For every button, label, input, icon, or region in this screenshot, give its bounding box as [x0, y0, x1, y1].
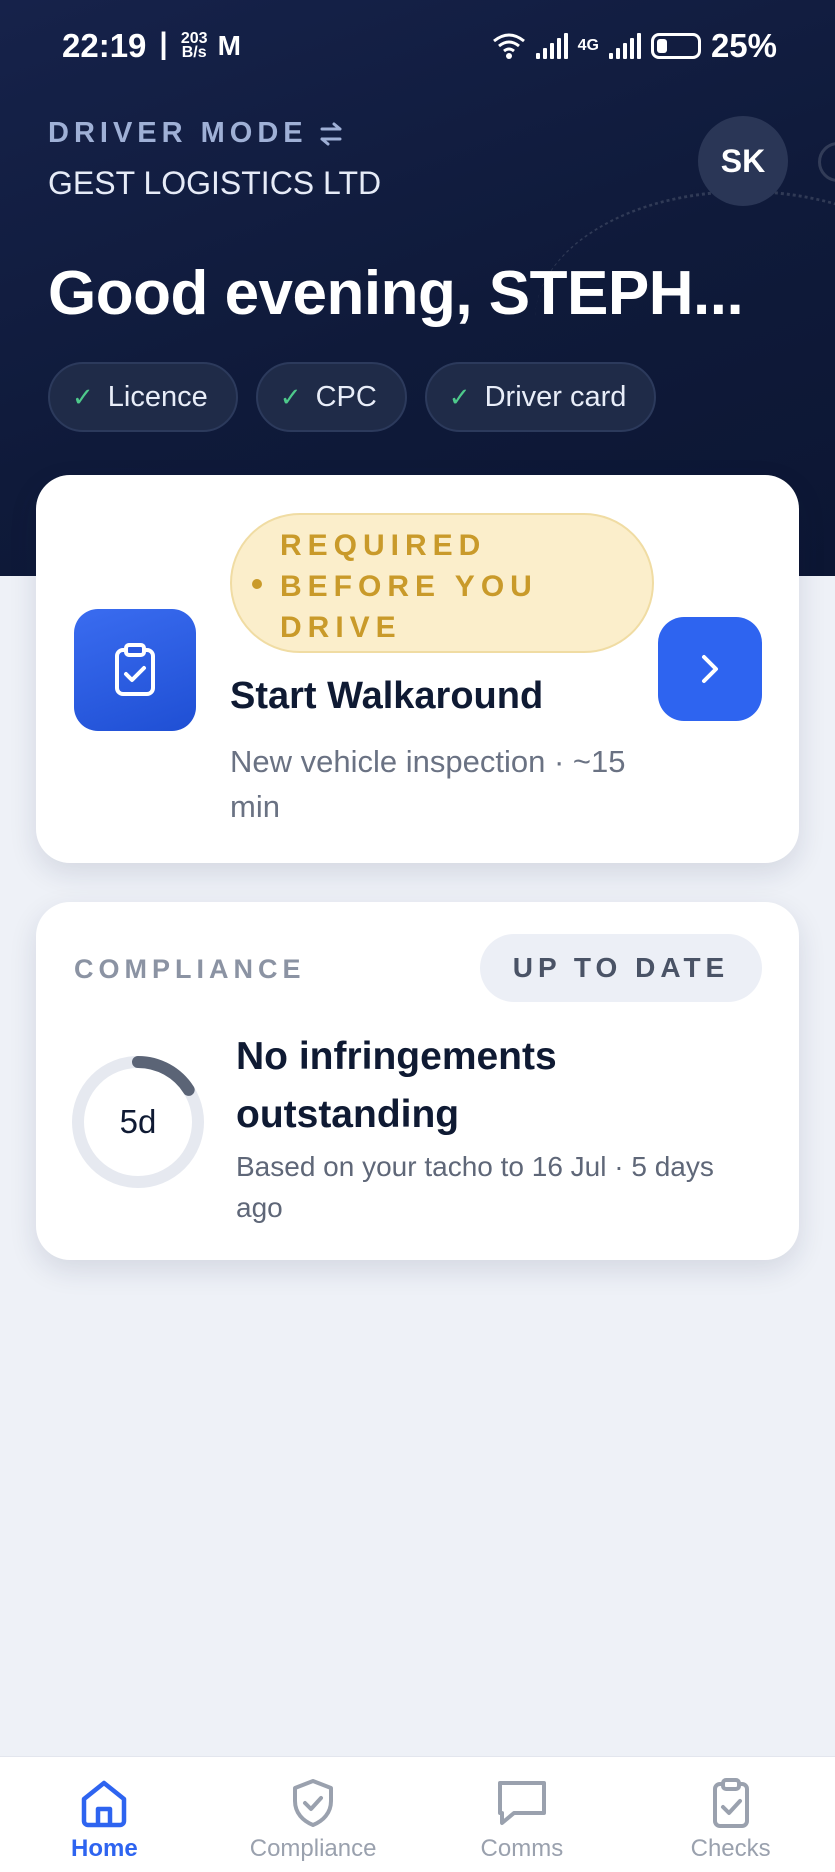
check-icon: ✓ — [72, 381, 94, 412]
badge-line-2: BEFORE YOU — [280, 570, 538, 603]
bottom-nav: Home Compliance Comms Checks — [0, 1756, 835, 1872]
check-icon: ✓ — [279, 381, 302, 412]
compliance-subtitle: Based on your tacho to 16 Jul · 5 days a… — [236, 1151, 714, 1223]
nav-comms[interactable]: Comms — [418, 1757, 627, 1872]
nav-label: Comms — [480, 1835, 564, 1862]
nav-compliance[interactable]: Compliance — [209, 1757, 418, 1872]
chip-driver-card[interactable]: ✓ Driver card — [424, 362, 657, 432]
vibrate-icon: ┃ — [156, 32, 171, 60]
avatar[interactable]: SK — [698, 116, 788, 206]
badge-line-1: REQUIRED — [280, 529, 487, 562]
chip-label: Licence — [107, 380, 208, 413]
wifi-icon — [492, 33, 525, 59]
avatar-peek-decoration — [818, 142, 835, 182]
chip-cpc[interactable]: ✓ CPC — [255, 362, 407, 432]
shield-check-icon — [293, 1779, 334, 1827]
days-value: 5d — [119, 1103, 157, 1140]
nav-home[interactable]: Home — [0, 1757, 209, 1872]
sim-network-type: 4G — [577, 37, 599, 54]
check-icon: ✓ — [448, 381, 471, 412]
walkaround-card[interactable]: REQUIRED BEFORE YOU DRIVE Start Walkarou… — [36, 475, 799, 863]
nav-checks[interactable]: Checks — [626, 1757, 835, 1872]
network-speed: 203 B/s — [181, 31, 208, 61]
start-walkaround-button[interactable] — [658, 617, 762, 721]
signal-bars-icon — [535, 33, 568, 59]
chevron-right-icon — [702, 655, 718, 683]
compliance-label: COMPLIANCE — [74, 954, 306, 984]
badge-dot — [252, 579, 262, 589]
gmail-icon: M — [217, 30, 241, 61]
nav-label: Compliance — [249, 1835, 377, 1862]
status-bar: 22:19 ┃ 203 B/s M 4G 25% — [0, 0, 835, 92]
compliance-title: No infringements outstanding — [236, 1035, 557, 1136]
battery-icon — [650, 33, 701, 59]
swap-icon — [320, 122, 342, 145]
required-before-drive-badge: REQUIRED BEFORE YOU DRIVE — [230, 513, 654, 653]
status-badge: UP TO DATE — [480, 934, 762, 1002]
home-icon — [82, 1780, 127, 1828]
credential-chips: ✓ Licence ✓ CPC ✓ Driver card — [48, 362, 657, 432]
status-time: 22:19 — [62, 27, 147, 64]
chat-icon — [497, 1781, 546, 1825]
badge-line-3: DRIVE — [280, 611, 402, 644]
chip-licence[interactable]: ✓ Licence — [48, 362, 238, 432]
battery-percent: 25% — [710, 27, 777, 64]
nav-label: Checks — [690, 1835, 771, 1862]
company-name: GEST LOGISTICS LTD — [48, 165, 382, 201]
clipboard-check-icon — [712, 1778, 749, 1828]
network-speed-unit: B/s — [181, 44, 207, 61]
driver-mode-toggle[interactable]: DRIVER MODE — [48, 117, 344, 150]
walkaround-title: Start Walkaround — [230, 675, 544, 717]
chip-label: Driver card — [484, 380, 627, 413]
walkaround-subtitle: New vehicle inspection · ~15 min — [230, 744, 626, 824]
greeting-title: Good evening, STEPH... — [48, 259, 744, 328]
driver-mode-label: DRIVER MODE — [48, 117, 308, 149]
compliance-card[interactable]: COMPLIANCE UP TO DATE 5d No infringement… — [36, 902, 799, 1260]
signal-bars-2-icon — [608, 33, 641, 59]
nav-label: Home — [71, 1835, 138, 1862]
chip-label: CPC — [315, 380, 377, 413]
clipboard-check-icon — [74, 609, 196, 731]
